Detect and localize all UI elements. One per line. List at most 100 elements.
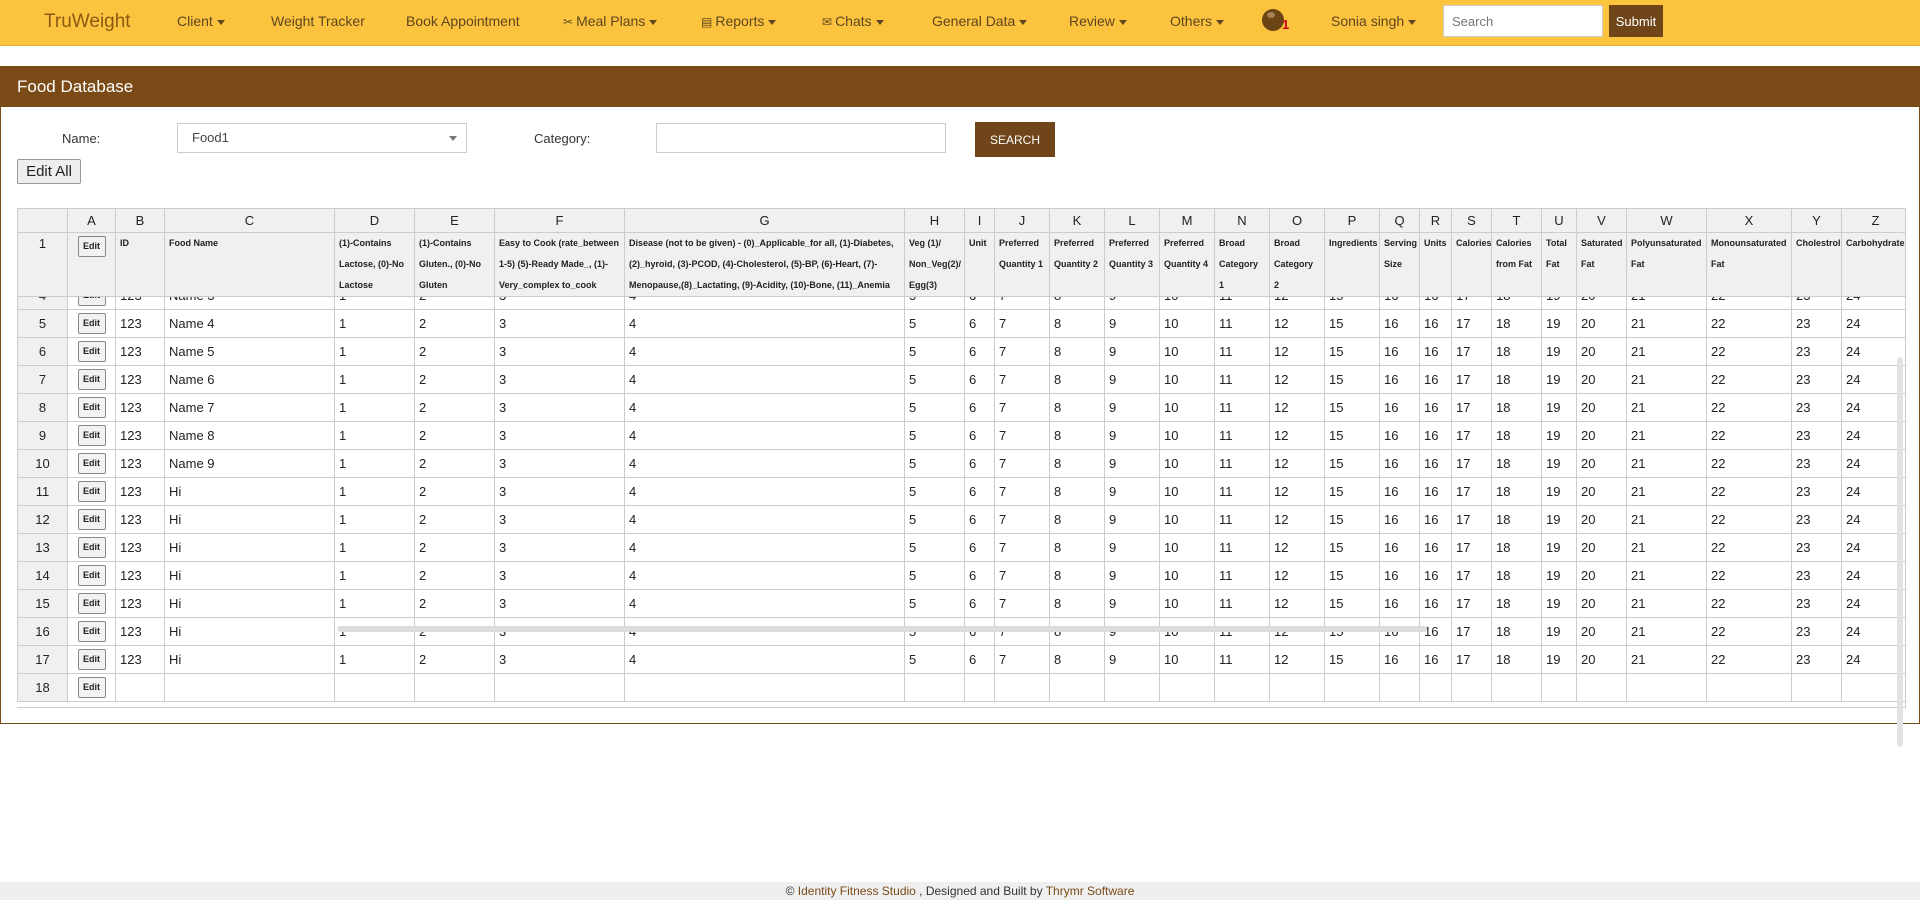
table-cell[interactable]: Name 6 [164,365,335,394]
edit-all-button[interactable]: Edit All [17,159,81,184]
table-cell[interactable]: 7 [994,477,1050,506]
column-letter[interactable]: Z [1841,208,1905,233]
table-cell[interactable]: 3 [494,421,625,450]
table-cell[interactable]: 16 [1379,365,1420,394]
table-cell[interactable]: 1 [334,365,415,394]
table-cell[interactable]: 2 [414,365,495,394]
table-cell[interactable]: 21 [1626,365,1707,394]
table-cell[interactable]: 123 [115,449,165,478]
search-input[interactable] [1443,5,1603,37]
edit-button[interactable]: Edit [77,425,106,446]
column-letter[interactable]: V [1576,208,1627,233]
table-cell[interactable]: 20 [1576,309,1627,338]
table-cell[interactable]: 4 [624,561,905,590]
table-cell[interactable]: 18 [1491,393,1542,422]
table-cell[interactable]: 3 [494,337,625,366]
table-cell[interactable]: 10 [1159,365,1215,394]
table-cell[interactable] [115,673,165,702]
table-cell[interactable]: 21 [1626,533,1707,562]
edit-button[interactable]: Edit [77,397,106,418]
table-cell[interactable]: 7 [994,421,1050,450]
search-button[interactable]: SEARCH [975,122,1055,157]
table-cell[interactable]: 17 [1451,645,1492,674]
table-cell[interactable]: 21 [1626,393,1707,422]
table-cell[interactable]: 1 [334,477,415,506]
table-cell[interactable]: 2 [414,393,495,422]
table-cell[interactable]: 23 [1791,477,1842,506]
table-cell[interactable]: 12 [1269,449,1325,478]
table-cell[interactable]: 24 [1841,309,1905,338]
table-cell[interactable]: 18 [1491,365,1542,394]
table-cell[interactable]: 3 [494,393,625,422]
table-cell[interactable]: 1 [334,449,415,478]
table-cell[interactable]: 18 [1491,645,1542,674]
table-cell[interactable]: 16 [1419,421,1452,450]
table-cell[interactable] [1104,673,1160,702]
table-cell[interactable]: 22 [1706,393,1792,422]
table-cell[interactable]: 7 [994,393,1050,422]
table-cell[interactable]: 1 [334,645,415,674]
table-cell[interactable]: 15 [1324,365,1380,394]
table-cell[interactable]: 4 [624,421,905,450]
table-cell[interactable]: 19 [1541,309,1577,338]
table-cell[interactable]: 16 [1379,393,1420,422]
column-letter[interactable]: Q [1379,208,1420,233]
table-cell[interactable]: 8 [1049,505,1105,534]
table-cell[interactable]: 20 [1576,365,1627,394]
column-letter[interactable]: H [904,208,965,233]
table-cell[interactable]: 5 [904,477,965,506]
table-cell[interactable]: 7 [994,337,1050,366]
column-letter[interactable]: C [164,208,335,233]
table-cell[interactable]: 20 [1576,393,1627,422]
edit-button[interactable]: Edit [77,677,106,698]
table-cell[interactable]: 21 [1626,421,1707,450]
table-cell[interactable]: 3 [494,477,625,506]
column-letter[interactable]: S [1451,208,1492,233]
table-cell[interactable]: 20 [1576,589,1627,618]
table-cell[interactable]: 11 [1214,365,1270,394]
table-cell[interactable]: 3 [494,533,625,562]
table-cell[interactable]: 12 [1269,337,1325,366]
edit-button[interactable]: Edit [77,453,106,474]
table-cell[interactable]: Hi [164,477,335,506]
table-cell[interactable]: 22 [1706,533,1792,562]
column-letter[interactable]: N [1214,208,1270,233]
nav-item[interactable]: ✉ Chats [822,13,884,29]
table-cell[interactable]: 16 [1419,645,1452,674]
table-cell[interactable]: 19 [1541,589,1577,618]
table-cell[interactable]: Name 5 [164,337,335,366]
edit-button[interactable]: Edit [77,481,106,502]
table-cell[interactable]: 8 [1049,309,1105,338]
table-cell[interactable]: 11 [1214,505,1270,534]
table-cell[interactable]: 8 [1049,477,1105,506]
table-cell[interactable]: 3 [494,645,625,674]
table-cell[interactable]: 2 [414,533,495,562]
table-cell[interactable]: 23 [1791,533,1842,562]
table-cell[interactable]: 15 [1324,645,1380,674]
table-cell[interactable]: 6 [964,309,995,338]
table-cell[interactable]: 4 [624,589,905,618]
table-cell[interactable]: Hi [164,533,335,562]
edit-button[interactable]: Edit [77,369,106,390]
nav-item[interactable]: ✂ Meal Plans [563,13,658,29]
column-letter[interactable]: E [414,208,495,233]
table-cell[interactable]: 123 [115,393,165,422]
edit-button[interactable]: Edit [77,537,106,558]
column-letter[interactable]: O [1269,208,1325,233]
table-cell[interactable]: 20 [1576,645,1627,674]
table-cell[interactable]: 10 [1159,561,1215,590]
table-cell[interactable]: 1 [334,421,415,450]
column-letter[interactable]: I [964,208,995,233]
table-cell[interactable]: 4 [624,309,905,338]
table-cell[interactable]: 22 [1706,449,1792,478]
table-cell[interactable] [1626,673,1707,702]
table-cell[interactable]: 16 [1419,589,1452,618]
table-cell[interactable]: 16 [1379,589,1420,618]
table-cell[interactable]: 6 [964,393,995,422]
table-cell[interactable] [964,673,995,702]
table-cell[interactable]: 6 [964,421,995,450]
table-cell[interactable]: 8 [1049,449,1105,478]
table-cell[interactable]: 11 [1214,477,1270,506]
table-cell[interactable]: 22 [1706,365,1792,394]
column-letter[interactable]: Y [1791,208,1842,233]
